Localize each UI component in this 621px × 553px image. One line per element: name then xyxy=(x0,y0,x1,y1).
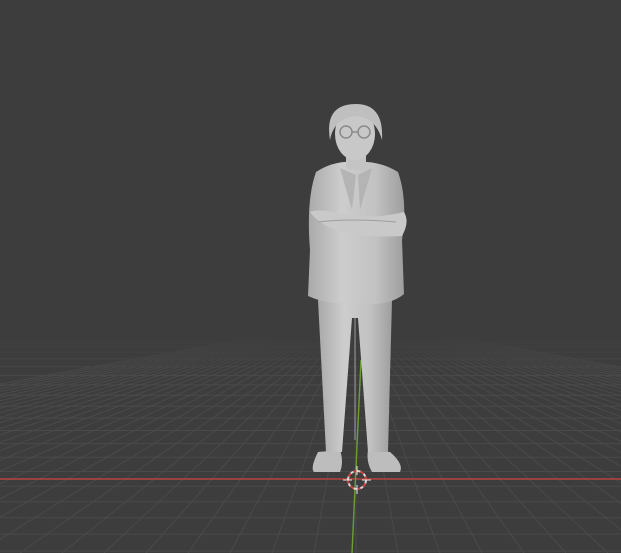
horizon-fade xyxy=(0,335,621,375)
3d-viewport[interactable] xyxy=(0,0,621,553)
3d-cursor-icon[interactable] xyxy=(343,466,371,494)
viewport-canvas[interactable] xyxy=(0,0,621,553)
